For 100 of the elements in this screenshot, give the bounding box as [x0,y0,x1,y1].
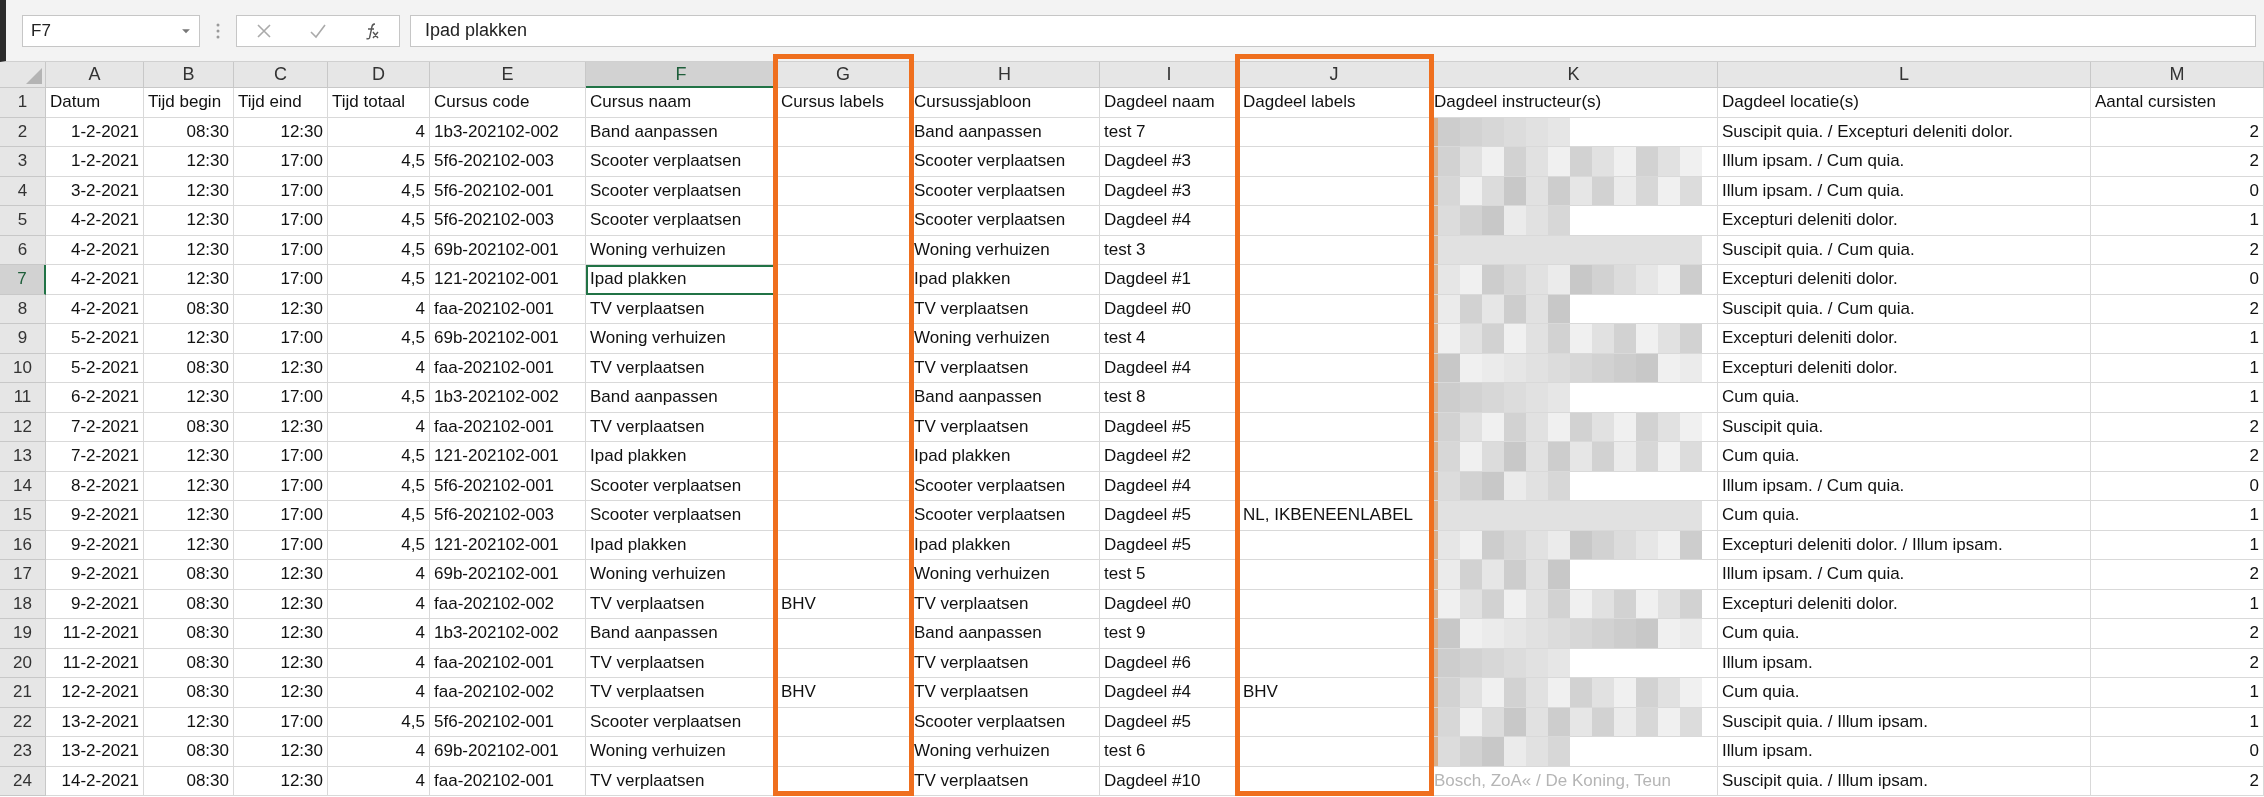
row-header[interactable]: 1 [0,88,46,118]
table-cell: 17:00 [234,265,328,295]
table-cell: 17:00 [234,707,328,737]
table-cell: 17:00 [234,471,328,501]
row-header[interactable]: 23 [0,737,46,767]
column-header[interactable]: J [1239,62,1430,88]
formula-field[interactable]: Ipad plakken [410,14,2256,47]
table-cell: Scooter verplaatsen [586,471,777,501]
column-header[interactable]: M [2091,62,2264,88]
table-cell: 4,5 [328,176,430,206]
table-cell: 12:30 [144,235,234,265]
table-cell: 12:30 [234,589,328,619]
table-cell: 4,5 [328,501,430,531]
cancel-icon[interactable] [255,21,273,40]
column-title: Cursus naam [586,88,777,118]
table-cell: 08:30 [144,737,234,767]
row-header[interactable]: 21 [0,678,46,708]
row-header[interactable]: 17 [0,560,46,590]
table-cell: 4 [328,412,430,442]
row-header[interactable]: 13 [0,442,46,472]
table-cell: Dagdeel #4 [1100,678,1239,708]
row-header[interactable]: 22 [0,707,46,737]
table-cell: TV verplaatsen [586,589,777,619]
table-cell: 17:00 [234,147,328,177]
table-cell: Band aanpassen [586,117,777,147]
table-cell: Suscipit quia. / Excepturi deleniti dolor. [1718,117,2091,147]
column-header[interactable]: B [144,62,234,88]
table-cell: 12:30 [144,501,234,531]
table-cell: BHV [1239,678,1430,708]
table-cell: 12:30 [234,117,328,147]
row-header[interactable]: 7 [0,265,46,295]
table-cell: 4 [328,589,430,619]
table-cell: 12:30 [234,766,328,796]
table-cell: Band aanpassen [910,383,1100,413]
table-cell: 1 [2091,707,2264,737]
table-cell: 08:30 [144,353,234,383]
table-cell: 12:30 [234,678,328,708]
row-header[interactable]: 14 [0,471,46,501]
table-cell: 08:30 [144,412,234,442]
table-cell: 0 [2091,265,2264,295]
row-header[interactable]: 19 [0,619,46,649]
table-cell: Scooter verplaatsen [910,147,1100,177]
table-cell: 13-2-2021 [46,707,144,737]
column-header[interactable]: E [430,62,586,88]
table-cell: 1b3-202102-002 [430,619,586,649]
table-cell: TV verplaatsen [586,678,777,708]
table-cell: 12:30 [144,707,234,737]
table-cell: Illum ipsam. [1718,737,2091,767]
row-header[interactable]: 18 [0,589,46,619]
table-cell: Cum quia. [1718,383,2091,413]
row-header[interactable]: 2 [0,117,46,147]
column-header[interactable]: A [46,62,144,88]
table-cell: Woning verhuizen [910,560,1100,590]
table-cell: 69b-202102-001 [430,737,586,767]
column-title: Datum [46,88,144,118]
column-header[interactable]: D [328,62,430,88]
column-title: Tijd eind [234,88,328,118]
table-cell: Ipad plakken [910,442,1100,472]
table-cell: Ipad plakken [586,265,777,295]
row-header[interactable]: 5 [0,206,46,236]
row-header[interactable]: 24 [0,766,46,796]
row-header[interactable]: 6 [0,235,46,265]
table-cell: Band aanpassen [586,619,777,649]
row-header[interactable]: 11 [0,383,46,413]
table-cell: 2 [2091,412,2264,442]
function-icon[interactable] [363,21,381,40]
table-cell: 17:00 [234,324,328,354]
row-header[interactable]: 16 [0,530,46,560]
table-cell: 4 [328,560,430,590]
table-cell: 12:30 [234,648,328,678]
row-header[interactable]: 4 [0,176,46,206]
table-cell: 4,5 [328,324,430,354]
table-cell: Illum ipsam. / Cum quia. [1718,560,2091,590]
row-header[interactable]: 8 [0,294,46,324]
column-header[interactable]: C [234,62,328,88]
row-header[interactable]: 9 [0,324,46,354]
table-cell: test 9 [1100,619,1239,649]
table-cell: 12:30 [234,737,328,767]
row-header[interactable]: 20 [0,648,46,678]
row-header[interactable]: 3 [0,147,46,177]
table-cell: 08:30 [144,678,234,708]
row-header[interactable]: 15 [0,501,46,531]
table-cell: 2 [2091,147,2264,177]
table-cell: 1 [2091,353,2264,383]
table-cell: Woning verhuizen [910,324,1100,354]
column-header[interactable]: L [1718,62,2091,88]
table-cell: Dagdeel #1 [1100,265,1239,295]
table-cell: 0 [2091,471,2264,501]
row-header[interactable]: 10 [0,353,46,383]
row-header[interactable]: 12 [0,412,46,442]
table-cell: 1 [2091,678,2264,708]
select-all-icon[interactable] [26,68,42,84]
table-cell: 0 [2091,176,2264,206]
table-cell: 11-2-2021 [46,648,144,678]
name-box[interactable]: F7 [22,14,200,47]
column-header[interactable]: G [777,62,910,88]
table-cell: Ipad plakken [910,530,1100,560]
table-cell: faa-202102-002 [430,589,586,619]
table-cell: Suscipit quia. / Cum quia. [1718,235,2091,265]
table-cell: 12:30 [234,619,328,649]
